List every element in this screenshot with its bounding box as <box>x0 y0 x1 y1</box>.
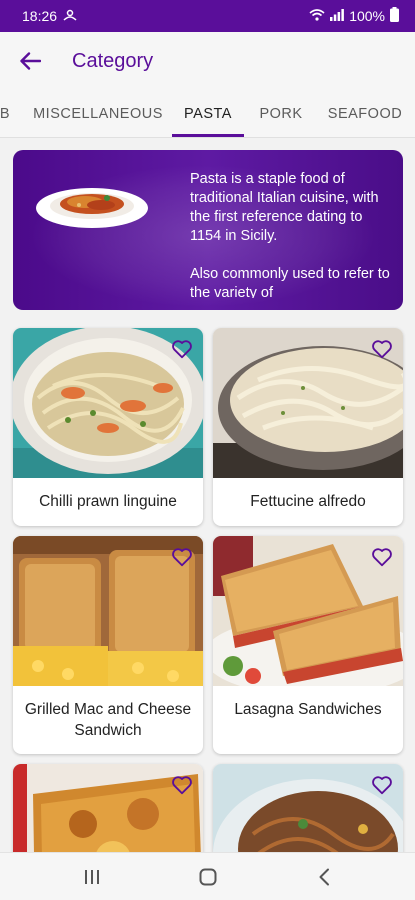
recent-apps-icon <box>85 870 99 884</box>
recipe-name: Chilli prawn linguine <box>39 493 177 510</box>
system-back-button[interactable] <box>312 865 336 889</box>
app-bar: Category <box>0 32 415 90</box>
banner-description: Pasta is a staple food of traditional It… <box>190 170 395 298</box>
battery-icon <box>390 7 399 25</box>
recipe-name: Lasagna Sandwiches <box>234 701 382 718</box>
home-icon <box>199 868 217 886</box>
screen: 18:26 100% Category B MISCELLANEOUS PAST… <box>0 0 415 900</box>
heart-outline-icon[interactable] <box>171 338 193 360</box>
tab-b[interactable]: B <box>0 90 12 137</box>
status-right: 100% <box>309 7 399 25</box>
heart-outline-icon[interactable] <box>171 546 193 568</box>
recipe-card[interactable]: Grilled Mac and Cheese Sandwich <box>13 536 203 754</box>
recipe-card[interactable]: Fettucine alfredo <box>213 328 403 526</box>
recipe-card[interactable]: Lasagna Sandwiches <box>213 536 403 754</box>
signal-icon <box>330 8 345 24</box>
heart-outline-icon[interactable] <box>371 338 393 360</box>
status-time: 18:26 <box>22 8 58 24</box>
tab-seafood[interactable]: SEAFOOD <box>322 90 408 137</box>
back-button[interactable] <box>4 35 56 87</box>
banner-paragraph: Pasta is a staple food of traditional It… <box>190 171 379 244</box>
recipe-name: Fettucine alfredo <box>250 493 366 510</box>
page-title: Category <box>72 49 154 72</box>
tab-pasta[interactable]: PASTA <box>172 90 244 137</box>
pasta-plate-image <box>36 188 148 228</box>
category-banner: Pasta is a staple food of traditional It… <box>13 150 403 310</box>
tab-pork[interactable]: PORK <box>252 90 310 137</box>
recipe-name: Grilled Mac and Cheese Sandwich <box>24 701 192 739</box>
banner-paragraph: Also commonly used to refer to the varie… <box>190 266 390 298</box>
selected-tab-indicator <box>172 134 244 137</box>
notification-icon <box>63 8 77 24</box>
system-nav-bar <box>0 852 415 900</box>
wifi-icon <box>309 8 325 24</box>
category-tabs: B MISCELLANEOUS PASTA PORK SEAFOOD <box>0 90 415 138</box>
home-button[interactable] <box>196 865 220 889</box>
recipe-card[interactable]: Chilli prawn linguine <box>13 328 203 526</box>
tab-miscellaneous[interactable]: MISCELLANEOUS <box>32 90 164 137</box>
battery-percentage: 100% <box>349 8 385 24</box>
heart-outline-icon[interactable] <box>371 546 393 568</box>
heart-outline-icon[interactable] <box>371 774 393 796</box>
back-arrow-icon <box>20 52 41 70</box>
status-left: 18:26 <box>22 8 77 24</box>
recent-apps-button[interactable] <box>80 865 104 889</box>
heart-outline-icon[interactable] <box>171 774 193 796</box>
back-icon <box>319 868 329 886</box>
status-bar: 18:26 100% <box>0 0 415 32</box>
